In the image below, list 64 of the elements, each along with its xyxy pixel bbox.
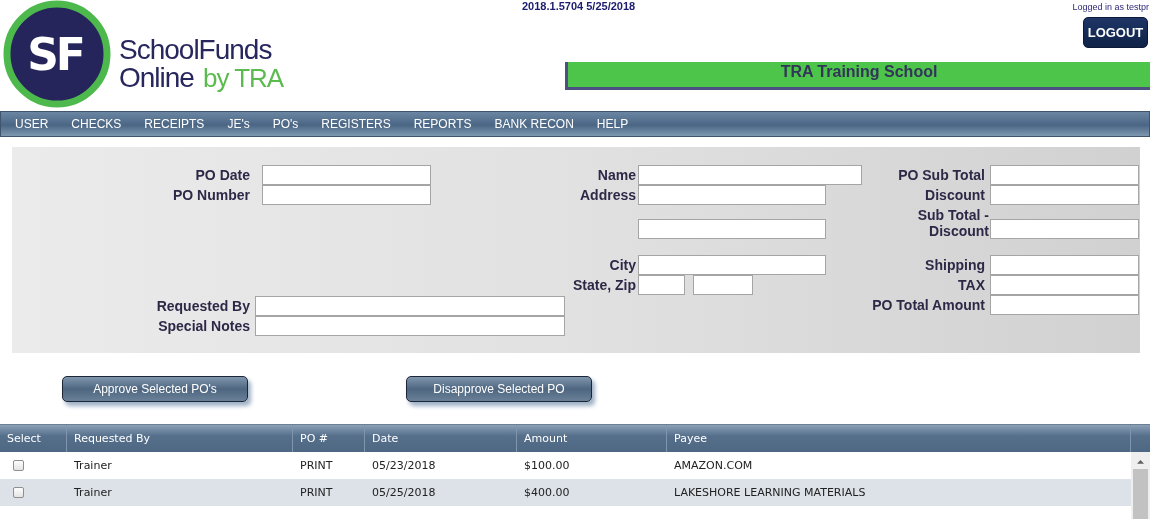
input-field[interactable] [638,165,862,185]
field-label: Shipping [924,256,985,275]
input-field[interactable] [255,316,565,336]
input-field[interactable] [990,275,1139,295]
table-cell-text: $400.00 [523,485,571,501]
checkbox[interactable] [13,487,24,498]
menu-item[interactable]: BANK RECON [494,117,574,131]
field-label: City [608,256,636,275]
action-button[interactable]: Disapprove Selected PO [406,376,592,402]
table-cell-text: AMAZON.COM [673,458,754,474]
school-banner: TRA Training School [565,62,1150,90]
field-label: TAX [957,276,985,295]
input-field[interactable] [693,275,753,295]
version-text: 2018.1.5704 5/25/2018 [522,0,636,12]
input-field[interactable] [255,296,565,316]
field-label: PO Sub Total [897,166,985,185]
table-cell-text: Trainer [73,485,113,501]
action-button[interactable]: Approve Selected PO's [62,376,248,402]
menu-item[interactable]: HELP [596,117,629,131]
table-cell-text: LAKESHORE LEARNING MATERIALS [673,485,867,501]
field-label: PO Date [194,166,250,185]
table-cell-text: $100.00 [523,458,571,474]
input-field[interactable] [990,185,1139,205]
input-field[interactable] [638,185,826,205]
input-field[interactable] [990,165,1139,185]
table-cell-text: PRINT [299,458,334,474]
input-field[interactable] [638,275,685,295]
scroll-thumb[interactable] [1133,469,1148,519]
field-label: Sub Total - Discount [916,207,989,239]
logout-button[interactable]: LOGOUT [1083,17,1148,48]
field-label: Address [578,186,636,205]
logo-badge: SF [3,0,111,108]
field-label: Discount [924,186,985,205]
menu-item[interactable]: USER [15,117,49,131]
menu-item[interactable]: REPORTS [413,117,472,131]
logo-wordmark: Online [119,64,194,91]
table-cell-text: Trainer [73,458,113,474]
scrollbar[interactable] [1131,452,1150,519]
field-label: PO Total Amount [871,296,985,315]
field-label: Requested By [155,297,250,316]
scroll-up-icon [1136,459,1145,465]
logged-in-text: Logged in as testpr [1072,1,1149,13]
input-field[interactable] [990,219,1139,239]
input-field[interactable] [638,219,826,239]
input-field[interactable] [990,295,1139,315]
input-field[interactable] [262,165,431,185]
field-label: Name [596,166,636,185]
input-field[interactable] [262,185,431,205]
logo-byline: by TRA [202,63,284,94]
logo-wordmark: SchoolFunds [119,36,273,63]
table-cell-text: PRINT [299,485,334,501]
menu-item[interactable]: REGISTERS [321,117,391,131]
table-cell-text: 05/25/2018 [371,485,437,501]
menu-item[interactable]: CHECKS [71,117,122,131]
input-field[interactable] [638,255,826,275]
checkbox[interactable] [13,460,24,471]
input-field[interactable] [990,255,1139,275]
menu-item[interactable]: PO's [272,117,299,131]
field-label: Special Notes [157,317,250,336]
field-label: State, Zip [572,276,636,295]
field-label: PO Number [172,186,250,205]
menu-item[interactable]: RECEIPTS [144,117,205,131]
menu-item[interactable]: JE's [227,117,250,131]
table-cell-text: 05/23/2018 [371,458,437,474]
